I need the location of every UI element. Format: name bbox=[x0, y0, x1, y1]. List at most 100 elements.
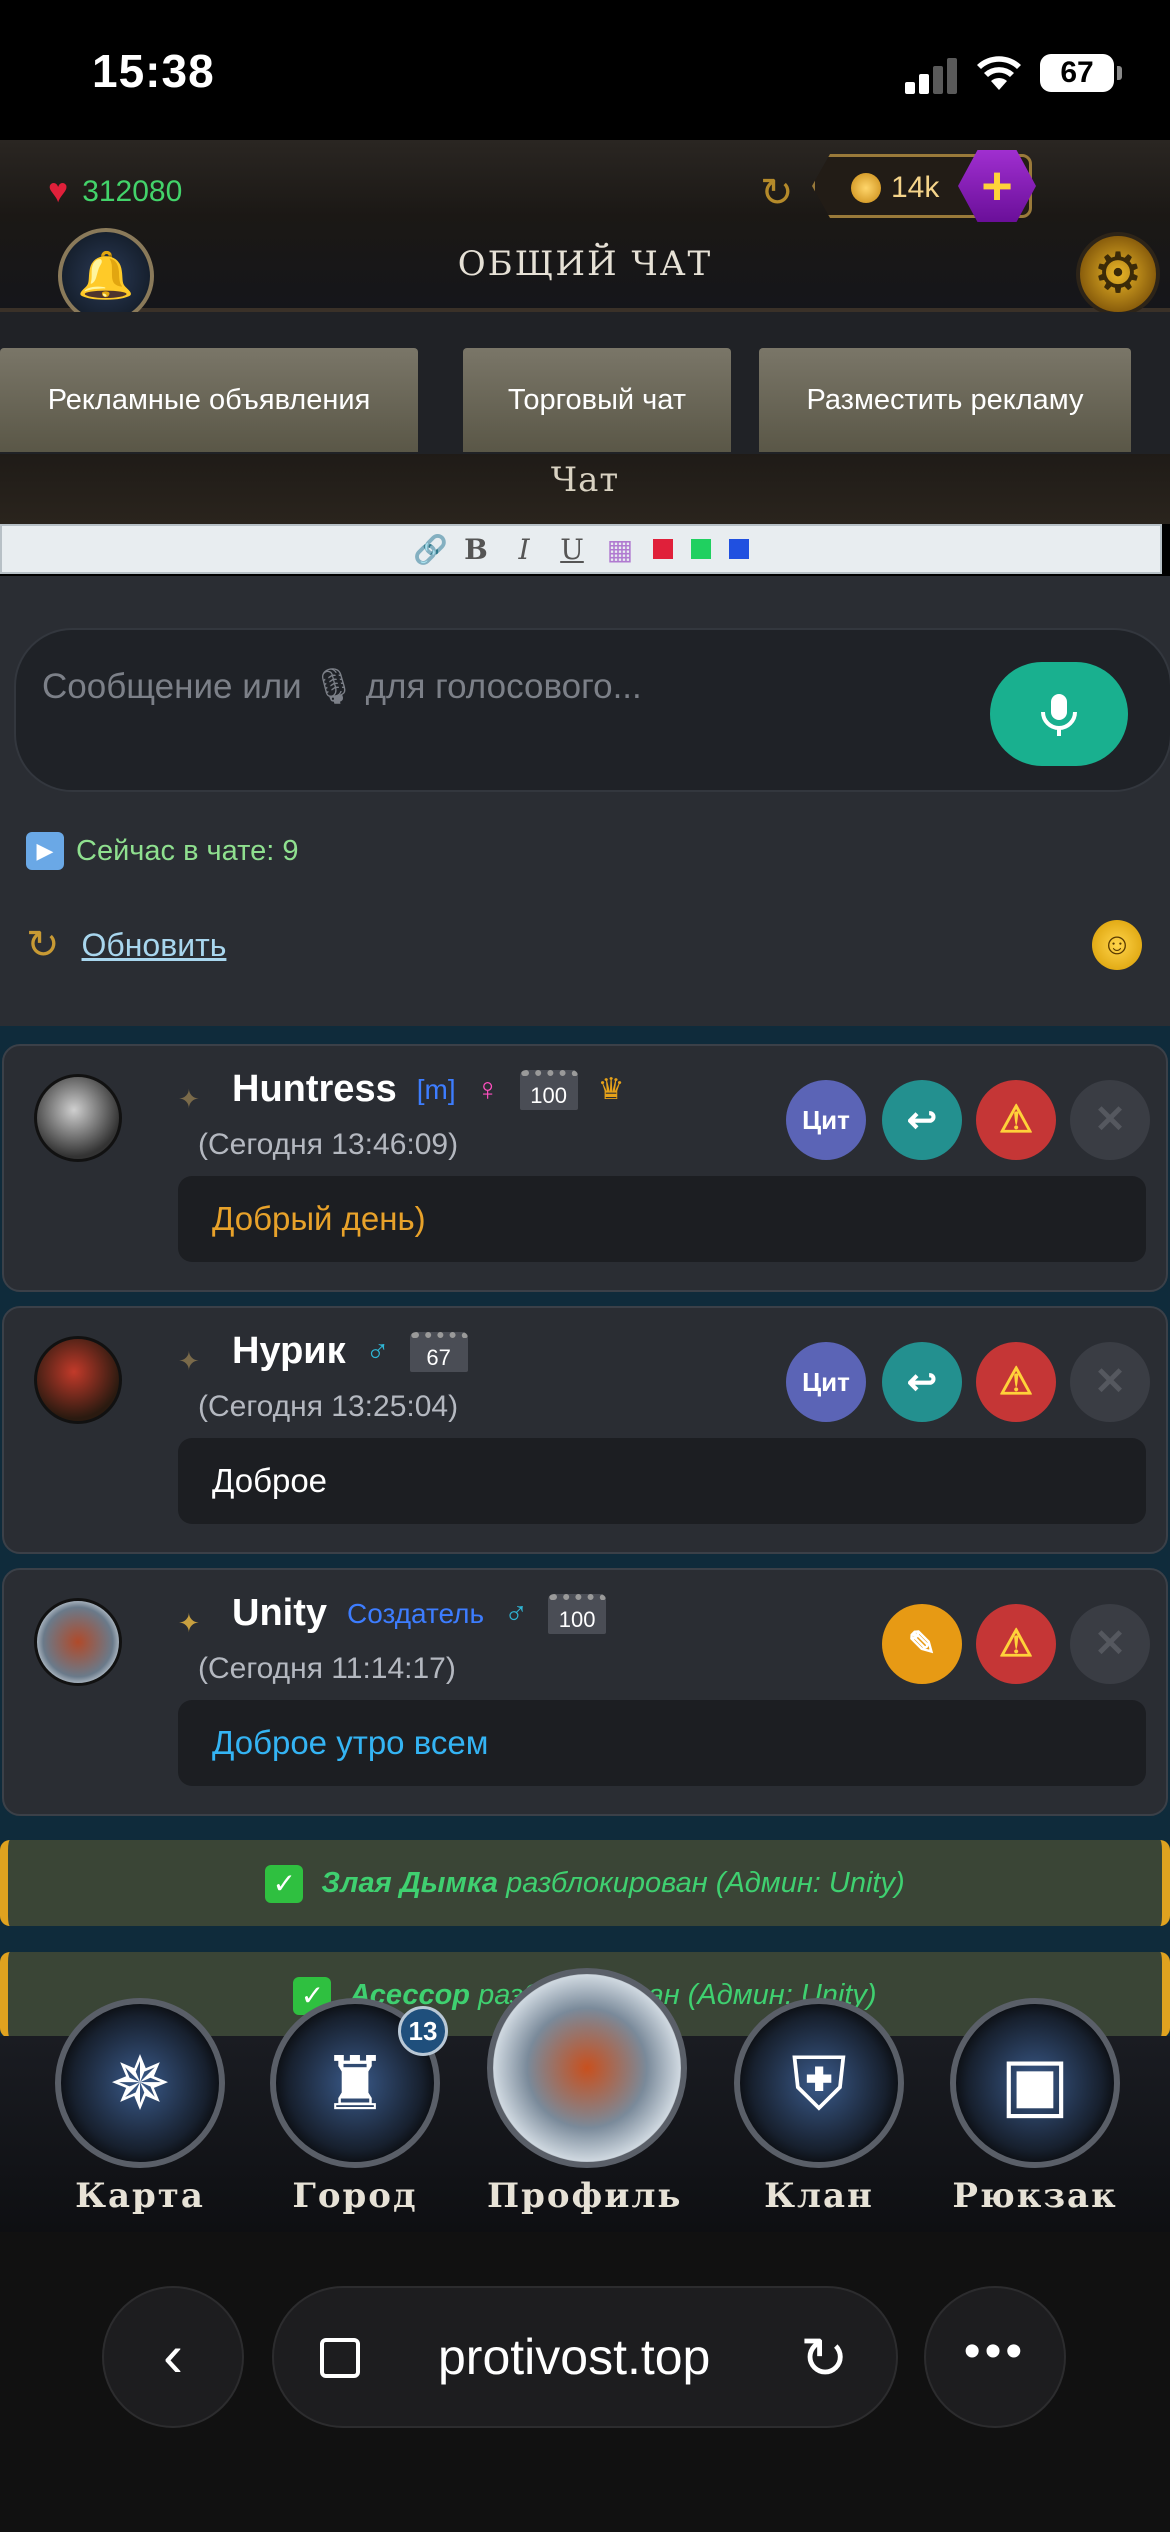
male-icon: ♂ bbox=[365, 1333, 390, 1369]
gear-icon[interactable]: ⚙ bbox=[1076, 232, 1160, 316]
chat-tabs: Рекламные объявления Торговый чат Размес… bbox=[0, 312, 1170, 454]
reply-icon[interactable]: ↩ bbox=[882, 1080, 962, 1160]
hp-value: 312080 bbox=[82, 174, 183, 208]
message-text: Доброе утро всем bbox=[178, 1700, 1146, 1786]
format-toolbar: 🔗 B I U ▦ bbox=[0, 524, 1162, 574]
level-badge: 100 bbox=[548, 1593, 607, 1634]
rank-icon: ✦ bbox=[178, 1346, 200, 1376]
message-time: (Сегодня 13:25:04) bbox=[198, 1390, 459, 1423]
avatar[interactable] bbox=[34, 1598, 122, 1686]
edit-icon[interactable]: ✎ bbox=[882, 1604, 962, 1684]
shield-icon: ⛨ bbox=[734, 1998, 904, 2168]
level-badge: 67 bbox=[409, 1331, 468, 1372]
tabs-icon[interactable] bbox=[320, 2338, 360, 2378]
status-time: 15:38 bbox=[92, 45, 215, 97]
nav-label: Профиль bbox=[487, 2176, 683, 2216]
report-icon[interactable]: ⚠ bbox=[976, 1604, 1056, 1684]
tab-post-ad[interactable]: Разместить рекламу bbox=[759, 348, 1131, 452]
tab-trade-chat[interactable]: Торговый чат bbox=[463, 348, 731, 452]
wifi-icon bbox=[977, 56, 1021, 90]
username[interactable]: Huntress bbox=[232, 1068, 397, 1111]
online-count: ▶ Сейчас в чате: 9 bbox=[26, 832, 298, 870]
username[interactable]: Unity bbox=[232, 1592, 327, 1635]
nav-label: Карта bbox=[75, 2176, 205, 2216]
user-tag: Создатель bbox=[347, 1597, 485, 1629]
username-row: Unity Создатель ♂ 100 bbox=[232, 1592, 607, 1635]
message-text: Доброе bbox=[178, 1438, 1146, 1524]
system-user[interactable]: Злая Дымка bbox=[321, 1867, 498, 1899]
italic-button[interactable]: I bbox=[509, 533, 539, 566]
delete-icon[interactable]: ✕ bbox=[1070, 1080, 1150, 1160]
delete-icon[interactable]: ✕ bbox=[1070, 1604, 1150, 1684]
avatar[interactable] bbox=[34, 1074, 122, 1162]
nav-clan[interactable]: ⛨ Клан bbox=[724, 1998, 914, 2216]
color-blue-button[interactable] bbox=[729, 539, 749, 559]
hp-display: ♥ 312080 bbox=[48, 172, 182, 211]
section-header: Чат bbox=[0, 454, 1170, 524]
nav-label: Город bbox=[292, 2176, 418, 2216]
refresh-icon[interactable]: ↻ bbox=[760, 170, 794, 216]
palette-icon[interactable]: ▦ bbox=[605, 533, 635, 566]
user-tag: [m] bbox=[416, 1073, 456, 1105]
crown-icon: ♛ bbox=[597, 1073, 625, 1106]
more-icon[interactable]: ••• bbox=[924, 2286, 1066, 2428]
report-icon[interactable]: ⚠ bbox=[976, 1080, 1056, 1160]
color-red-button[interactable] bbox=[653, 539, 673, 559]
system-message: ✓ Злая Дымка разблокирован (Админ: Unity… bbox=[0, 1840, 1170, 1926]
refresh-icon: ↻ bbox=[26, 923, 60, 967]
game-header: ♥ 312080 ↻ 14k + 🔔 ОБЩИЙ ЧАТ ⚙ bbox=[0, 140, 1170, 324]
compass-icon: ✵ bbox=[55, 1998, 225, 2168]
link-icon[interactable]: 🔗 bbox=[413, 533, 448, 566]
browser-bar: ‹ protivost.top ↻ ••• bbox=[0, 2232, 1170, 2532]
online-text: Сейчас в чате: 9 bbox=[76, 834, 299, 867]
female-icon: ♀ bbox=[475, 1071, 500, 1107]
chat-message: ✦ Huntress [m] ♀ 100 ♛ (Сегодня 13:46:09… bbox=[2, 1044, 1168, 1292]
coin-icon bbox=[851, 173, 881, 203]
refresh-link[interactable]: ↻ Обновить bbox=[26, 922, 226, 968]
chat-message: ✦ Unity Создатель ♂ 100 (Сегодня 11:14:1… bbox=[2, 1568, 1168, 1816]
tab-ads[interactable]: Рекламные объявления bbox=[0, 348, 418, 452]
gold-value: 14k bbox=[891, 171, 940, 204]
signal-icon bbox=[905, 58, 959, 94]
message-time: (Сегодня 11:14:17) bbox=[198, 1652, 456, 1685]
message-placeholder: Сообщение или 🎙 для голосового... bbox=[42, 667, 642, 706]
url-text[interactable]: protivost.top bbox=[438, 2328, 710, 2386]
level-badge: 100 bbox=[519, 1069, 578, 1110]
play-icon: ▶ bbox=[26, 832, 64, 870]
rank-icon: ✦ bbox=[178, 1608, 200, 1638]
avatar[interactable] bbox=[34, 1336, 122, 1424]
nav-profile[interactable]: Профиль bbox=[487, 1968, 687, 2216]
reload-icon[interactable]: ↻ bbox=[800, 2324, 849, 2392]
username[interactable]: Нурик bbox=[232, 1330, 346, 1373]
refresh-label[interactable]: Обновить bbox=[82, 927, 227, 964]
reply-icon[interactable]: ↩ bbox=[882, 1342, 962, 1422]
nav-backpack[interactable]: ▣ Рюкзак bbox=[940, 1998, 1130, 2216]
quote-button[interactable]: Цит bbox=[786, 1080, 866, 1160]
battery-icon: 67 bbox=[1040, 54, 1122, 92]
username-row: Huntress [m] ♀ 100 ♛ bbox=[232, 1068, 625, 1111]
section-title: Чат bbox=[550, 460, 620, 500]
username-row: Нурик ♂ 67 bbox=[232, 1330, 468, 1373]
message-text: Добрый день) bbox=[178, 1176, 1146, 1262]
status-bar: 15:38 67 bbox=[0, 0, 1170, 140]
underline-button[interactable]: U bbox=[557, 533, 587, 566]
page-title: ОБЩИЙ ЧАТ bbox=[457, 244, 713, 284]
nav-label: Клан bbox=[764, 2176, 874, 2216]
quote-button[interactable]: Цит bbox=[786, 1342, 866, 1422]
check-icon: ✓ bbox=[265, 1865, 304, 1904]
mic-button[interactable] bbox=[990, 662, 1128, 766]
smiley-icon[interactable]: ☺ bbox=[1092, 920, 1142, 970]
delete-icon[interactable]: ✕ bbox=[1070, 1342, 1150, 1422]
notification-badge: 13 bbox=[398, 2006, 448, 2056]
message-time: (Сегодня 13:46:09) bbox=[198, 1128, 459, 1161]
bold-button[interactable]: B bbox=[461, 533, 491, 566]
back-icon[interactable]: ‹ bbox=[102, 2286, 244, 2428]
backpack-icon: ▣ bbox=[950, 1998, 1120, 2168]
nav-map[interactable]: ✵ Карта bbox=[45, 1998, 235, 2216]
color-green-button[interactable] bbox=[691, 539, 711, 559]
bottom-nav: ✵ Карта ♜ Город Профиль ⛨ Клан ▣ Рюкзак bbox=[0, 1968, 1170, 2232]
address-bar[interactable]: protivost.top ↻ bbox=[272, 2286, 898, 2428]
male-icon: ♂ bbox=[504, 1595, 529, 1631]
rank-icon: ✦ bbox=[178, 1084, 200, 1114]
report-icon[interactable]: ⚠ bbox=[976, 1342, 1056, 1422]
